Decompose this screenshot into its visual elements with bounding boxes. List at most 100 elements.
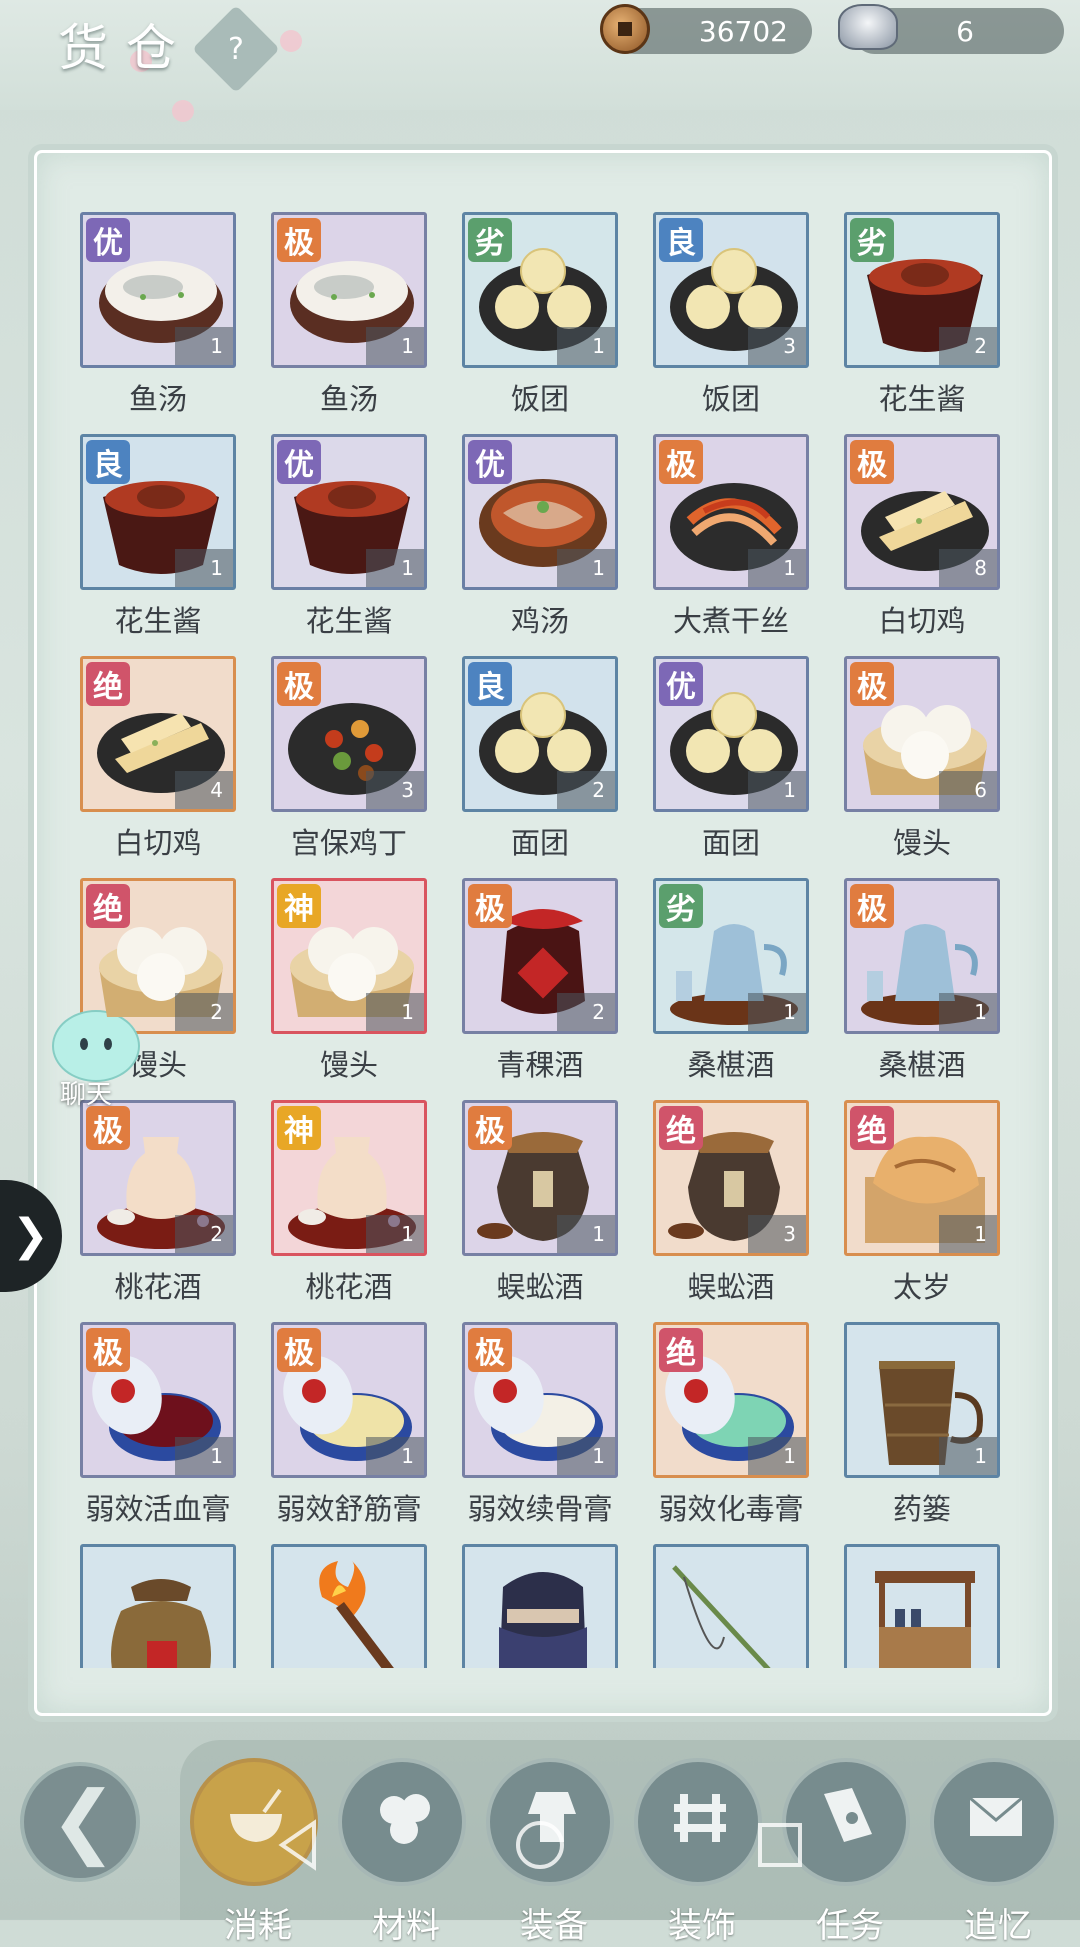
item-quantity: 2 <box>175 1215 233 1253</box>
inventory-item[interactable]: 极 2 桃花酒 <box>80 1100 240 1322</box>
item-quantity: 1 <box>366 327 424 365</box>
help-button[interactable]: ? <box>192 5 280 93</box>
item-quantity: 2 <box>175 993 233 1031</box>
item-slot[interactable]: 优1 <box>271 434 427 590</box>
inventory-item[interactable]: 极 6 馒头 <box>844 656 1000 878</box>
nav-recents-icon[interactable] <box>750 1815 810 1875</box>
item-slot[interactable]: 劣1 <box>462 212 618 368</box>
inventory-item[interactable]: 优 1 鱼汤 <box>80 212 240 434</box>
item-slot[interactable]: 优1 <box>80 212 236 368</box>
item-slot[interactable]: 优1 <box>653 656 809 812</box>
inventory-item[interactable]: 良 3 饭团 <box>653 212 813 434</box>
inventory-item[interactable] <box>653 1544 813 1668</box>
item-slot[interactable] <box>653 1544 809 1668</box>
item-slot[interactable] <box>80 1544 236 1668</box>
inventory-item[interactable]: 极 2 青稞酒 <box>462 878 622 1100</box>
inventory-item[interactable]: 劣 2 花生酱 <box>844 212 1000 434</box>
inventory-item[interactable]: 极 1 鱼汤 <box>271 212 431 434</box>
inventory-item[interactable]: 劣 1 饭团 <box>462 212 622 434</box>
item-slot[interactable]: 绝4 <box>80 656 236 812</box>
item-slot[interactable]: 绝3 <box>653 1100 809 1256</box>
nav-back-icon[interactable] <box>270 1815 330 1875</box>
inventory-item[interactable]: 劣 1 桑椹酒 <box>653 878 813 1100</box>
item-slot[interactable] <box>271 1544 427 1668</box>
grade-badge: 极 <box>659 440 703 484</box>
item-slot[interactable]: 劣1 <box>653 878 809 1034</box>
item-quantity: 1 <box>748 549 806 587</box>
inventory-item[interactable]: 绝 1 太岁 <box>844 1100 1000 1322</box>
item-slot[interactable]: 极6 <box>844 656 1000 812</box>
grade-badge: 极 <box>468 1106 512 1150</box>
item-name: 鱼汤 <box>319 382 378 416</box>
back-button[interactable]: ❮ <box>20 1762 140 1882</box>
tab-fence[interactable]: 装饰 <box>634 1758 762 1946</box>
item-quantity: 1 <box>557 549 615 587</box>
nav-home-icon[interactable] <box>510 1815 570 1875</box>
item-slot[interactable]: 良1 <box>80 434 236 590</box>
item-slot[interactable]: 绝1 <box>844 1100 1000 1256</box>
item-name: 弱效化毒膏 <box>658 1492 804 1526</box>
grade-badge: 优 <box>468 440 512 484</box>
item-quantity: 2 <box>557 771 615 809</box>
inventory-item[interactable]: 绝 1 弱效化毒膏 <box>653 1322 813 1544</box>
inventory-item[interactable]: 极 1 大煮干丝 <box>653 434 813 656</box>
inventory-item[interactable]: 良 1 花生酱 <box>80 434 240 656</box>
inventory-item[interactable]: 极 1 弱效舒筋膏 <box>271 1322 431 1544</box>
inventory-item[interactable] <box>80 1544 240 1668</box>
item-slot[interactable] <box>462 1544 618 1668</box>
grade-badge: 优 <box>86 218 130 262</box>
item-slot[interactable] <box>844 1544 1000 1668</box>
item-slot[interactable]: 1 <box>844 1322 1000 1478</box>
inventory-item[interactable]: 极 8 白切鸡 <box>844 434 1000 656</box>
inventory-item[interactable]: 绝 3 蜈蚣酒 <box>653 1100 813 1322</box>
item-slot[interactable]: 极8 <box>844 434 1000 590</box>
inventory-item[interactable]: 1 药篓 <box>844 1322 1000 1544</box>
inventory-item[interactable] <box>271 1544 431 1668</box>
tab-letter[interactable]: 追忆 <box>930 1758 1058 1946</box>
inventory-item[interactable] <box>462 1544 622 1668</box>
item-slot[interactable]: 绝2 <box>80 878 236 1034</box>
inventory-item[interactable]: 极 1 蜈蚣酒 <box>462 1100 622 1322</box>
item-quantity: 1 <box>939 1215 997 1253</box>
inventory-item[interactable]: 神 1 馒头 <box>271 878 431 1100</box>
item-slot[interactable]: 极1 <box>653 434 809 590</box>
tab-label: 追忆 <box>964 1906 1032 1946</box>
inventory-grid[interactable]: 优 1 鱼汤极 1 鱼汤劣 1 饭团良 3 饭团劣 2 花生酱良 1 花生酱优 1 花生酱优 1 鸡汤极 1 大煮干… <box>80 212 1000 1668</box>
silver-amount: 6 <box>956 14 974 48</box>
item-name: 白切鸡 <box>114 826 202 860</box>
item-slot[interactable]: 极1 <box>271 212 427 368</box>
inventory-item[interactable]: 优 1 花生酱 <box>271 434 431 656</box>
item-slot[interactable]: 极1 <box>80 1322 236 1478</box>
item-slot[interactable]: 良2 <box>462 656 618 812</box>
inventory-item[interactable]: 优 1 面团 <box>653 656 813 878</box>
grade-badge: 良 <box>86 440 130 484</box>
item-slot[interactable]: 良3 <box>653 212 809 368</box>
inventory-item[interactable]: 优 1 鸡汤 <box>462 434 622 656</box>
inventory-item[interactable] <box>844 1544 1000 1668</box>
item-slot[interactable]: 劣2 <box>844 212 1000 368</box>
grade-badge: 极 <box>277 1328 321 1372</box>
item-slot[interactable]: 极1 <box>462 1100 618 1256</box>
item-slot[interactable]: 极3 <box>271 656 427 812</box>
materials-icon <box>372 1784 436 1848</box>
grade-badge: 绝 <box>659 1106 703 1150</box>
tab-materials[interactable]: 材料 <box>338 1758 466 1946</box>
inventory-item[interactable]: 良 2 面团 <box>462 656 622 878</box>
item-quantity: 1 <box>175 327 233 365</box>
item-slot[interactable]: 神1 <box>271 1100 427 1256</box>
item-slot[interactable]: 极1 <box>271 1322 427 1478</box>
inventory-item[interactable]: 极 1 弱效活血膏 <box>80 1322 240 1544</box>
inventory-item[interactable]: 极 1 弱效续骨膏 <box>462 1322 622 1544</box>
inventory-item[interactable]: 绝 4 白切鸡 <box>80 656 240 878</box>
item-slot[interactable]: 优1 <box>462 434 618 590</box>
inventory-item[interactable]: 极 1 桑椹酒 <box>844 878 1000 1100</box>
item-quantity: 1 <box>748 1437 806 1475</box>
item-slot[interactable]: 极1 <box>462 1322 618 1478</box>
item-slot[interactable]: 极2 <box>462 878 618 1034</box>
item-slot[interactable]: 神1 <box>271 878 427 1034</box>
item-slot[interactable]: 绝1 <box>653 1322 809 1478</box>
inventory-item[interactable]: 神 1 桃花酒 <box>271 1100 431 1322</box>
item-slot[interactable]: 极1 <box>844 878 1000 1034</box>
item-slot[interactable]: 极2 <box>80 1100 236 1256</box>
inventory-item[interactable]: 极 3 宫保鸡丁 <box>271 656 431 878</box>
